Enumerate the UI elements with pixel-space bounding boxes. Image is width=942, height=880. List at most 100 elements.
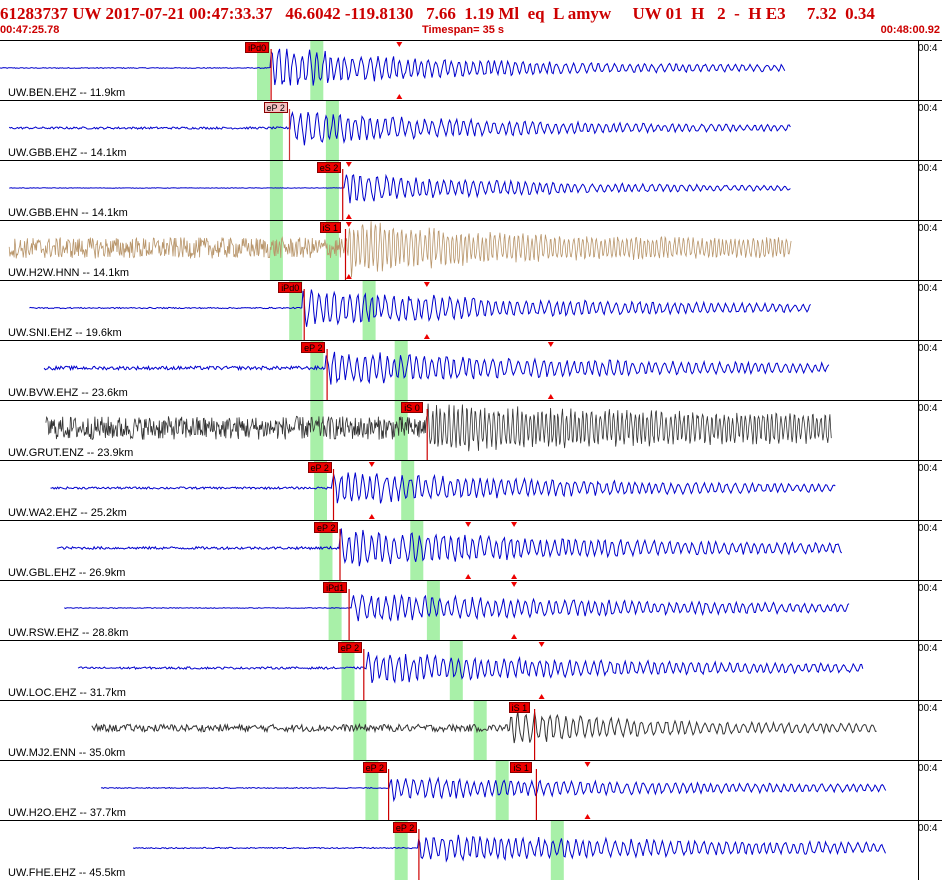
panel-time-tag: 00:4: [918, 43, 938, 54]
waveform-plot[interactable]: [0, 761, 942, 820]
phase-pick-label[interactable]: iS 1: [508, 702, 531, 713]
time-window-bar: [269, 161, 283, 220]
seismogram-trace: [8, 110, 791, 146]
amplitude-marker-top: [511, 582, 518, 587]
channel-label: UW.SNI.EHZ -- 19.6km: [8, 327, 124, 340]
phase-pick-label[interactable]: iPd1: [323, 582, 348, 593]
seismogram-trace: [29, 289, 811, 327]
panel-time-tag: 00:4: [918, 343, 938, 354]
phase-pick-label[interactable]: eP 2: [362, 762, 387, 773]
waveform-plot[interactable]: [0, 41, 942, 100]
amplitude-marker-top: [511, 522, 518, 527]
channel-panel[interactable]: iS 0 00:4 UW.GRUT.ENZ -- 23.9km: [0, 400, 942, 460]
amplitude-marker-bottom: [396, 94, 403, 99]
waveform-plot[interactable]: [0, 521, 942, 580]
seismogram-trace: [50, 472, 836, 504]
seismogram-trace: [0, 48, 786, 86]
seismogram-trace: [9, 173, 791, 204]
panel-time-tag: 00:4: [918, 223, 938, 234]
panel-time-tag: 00:4: [918, 703, 938, 714]
phase-pick-label[interactable]: eP 2: [307, 462, 332, 473]
time-window-bar: [550, 821, 564, 880]
channel-label: UW.H2O.EHZ -- 37.7km: [8, 807, 128, 820]
amplitude-marker-bottom: [423, 334, 430, 339]
channel-panel[interactable]: eP 2 iS 1 00:4 UW.H2O.EHZ -- 37.7km: [0, 760, 942, 820]
amplitude-marker-top: [584, 762, 591, 767]
seismogram-trace: [45, 403, 832, 452]
channel-label: UW.LOC.EHZ -- 31.7km: [8, 687, 128, 700]
seismogram-trace: [43, 351, 830, 385]
channel-panel[interactable]: eP 2 00:4 UW.WA2.EHZ -- 25.2km: [0, 460, 942, 520]
panel-time-tag: 00:4: [918, 523, 938, 534]
amplitude-marker-bottom: [547, 394, 554, 399]
waveform-plot[interactable]: [0, 341, 942, 400]
seismogram-trace: [77, 651, 864, 684]
panel-time-tag: 00:4: [918, 463, 938, 474]
amplitude-marker-top: [368, 462, 375, 467]
phase-pick-label[interactable]: eP 2: [301, 342, 326, 353]
amplitude-marker-top: [547, 342, 554, 347]
channel-label: UW.GBB.EHZ -- 14.1km: [8, 147, 129, 160]
waveform-plot[interactable]: [0, 821, 942, 880]
amplitude-marker-top: [423, 282, 430, 287]
time-window-bar: [353, 701, 367, 760]
channel-panel[interactable]: eP 2 00:4 UW.GBL.EHZ -- 26.9km: [0, 520, 942, 580]
waveform-plot[interactable]: [0, 281, 942, 340]
end-time: 00:48:00.92: [880, 24, 940, 36]
seismogram-trace: [132, 834, 886, 863]
waveform-plot[interactable]: [0, 641, 942, 700]
channel-panel[interactable]: iPd0 00:4 UW.BEN.EHZ -- 11.9km: [0, 40, 942, 100]
amplitude-marker-bottom: [345, 274, 352, 279]
channel-panel[interactable]: eP 2 00:4 UW.GBB.EHZ -- 14.1km: [0, 100, 942, 160]
amplitude-marker-bottom: [511, 634, 518, 639]
waveform-panels[interactable]: iPd0 00:4 UW.BEN.EHZ -- 11.9km eP 2 00:4 UW.G…: [0, 40, 942, 880]
phase-pick-label[interactable]: eP 2: [337, 642, 363, 653]
channel-label: UW.BEN.EHZ -- 11.9km: [8, 87, 128, 100]
waveform-plot[interactable]: [0, 701, 942, 760]
amplitude-marker-top: [538, 642, 545, 647]
phase-pick-label[interactable]: iS 1: [510, 762, 532, 773]
channel-panel[interactable]: iS 1 00:4 UW.MJ2.ENN -- 35.0km: [0, 700, 942, 760]
waveform-plot[interactable]: [0, 101, 942, 160]
channel-label: UW.RSW.EHZ -- 28.8km: [8, 627, 131, 640]
amplitude-marker-top: [396, 42, 403, 47]
amplitude-marker-top: [345, 222, 352, 227]
amplitude-marker-bottom: [511, 574, 518, 579]
phase-pick-label[interactable]: iPd0: [278, 282, 303, 293]
amplitude-marker-top: [465, 522, 472, 527]
channel-panel[interactable]: eP 2 00:4 UW.BVW.EHZ -- 23.6km: [0, 340, 942, 400]
waveform-plot[interactable]: [0, 461, 942, 520]
channel-label: UW.GBB.EHN -- 14.1km: [8, 207, 130, 220]
amplitude-marker-bottom: [538, 694, 545, 699]
amplitude-marker-bottom: [368, 514, 375, 519]
channel-panel[interactable]: iPd0 00:4 UW.SNI.EHZ -- 19.6km: [0, 280, 942, 340]
phase-pick-label[interactable]: eP 2: [392, 822, 418, 833]
panel-time-tag: 00:4: [918, 583, 938, 594]
waveform-plot[interactable]: [0, 581, 942, 640]
time-window-bar: [394, 341, 408, 400]
channel-panel[interactable]: iPd1 00:4 UW.RSW.EHZ -- 28.8km: [0, 580, 942, 640]
waveform-plot[interactable]: [0, 161, 942, 220]
channel-label: UW.WA2.EHZ -- 25.2km: [8, 507, 129, 520]
channel-panel[interactable]: iS 1 00:4 UW.H2W.HNN -- 14.1km: [0, 220, 942, 280]
phase-pick-label[interactable]: iS 1: [319, 222, 342, 233]
panel-time-tag: 00:4: [918, 763, 938, 774]
timespan-label: Timespan= 35 s: [422, 24, 505, 36]
channel-panel[interactable]: eP 2 00:4 UW.LOC.EHZ -- 31.7km: [0, 640, 942, 700]
panel-time-tag: 00:4: [918, 283, 938, 294]
phase-pick-label[interactable]: iPd0: [245, 42, 270, 53]
amplitude-marker-top: [345, 162, 352, 167]
channel-label: UW.GRUT.ENZ -- 23.9km: [8, 447, 136, 460]
phase-pick-label[interactable]: iS 0: [401, 402, 423, 413]
time-window-bar: [410, 521, 424, 580]
start-time: 00:47:25.78: [0, 24, 60, 36]
seismogram-trace: [64, 593, 850, 622]
phase-pick-label[interactable]: eS 2: [316, 162, 342, 173]
phase-pick-label[interactable]: eP 2: [263, 102, 288, 113]
channel-panel[interactable]: eP 2 00:4 UW.FHE.EHZ -- 45.5km: [0, 820, 942, 880]
waveform-plot[interactable]: [0, 401, 942, 460]
phase-pick-label[interactable]: eP 2: [314, 522, 339, 533]
panel-time-tag: 00:4: [918, 163, 938, 174]
channel-panel[interactable]: eS 2 00:4 UW.GBB.EHN -- 14.1km: [0, 160, 942, 220]
waveform-plot[interactable]: [0, 221, 942, 280]
